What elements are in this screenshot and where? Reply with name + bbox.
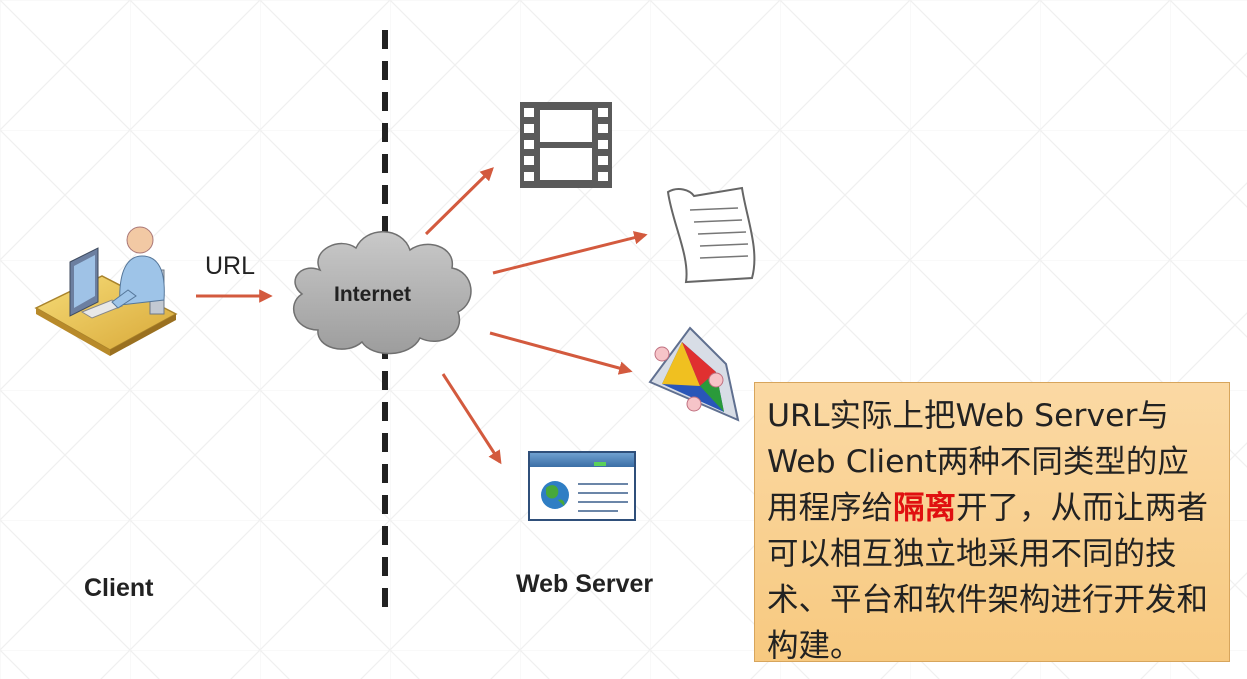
url-label: URL bbox=[205, 252, 256, 280]
internet-label: Internet bbox=[334, 283, 412, 306]
client-label: Client bbox=[84, 574, 154, 602]
arrow-to-film bbox=[424, 167, 494, 236]
application-icon bbox=[648, 326, 740, 422]
arrow-to-application bbox=[489, 331, 633, 375]
arrow-to-document bbox=[492, 231, 648, 275]
webpage-icon bbox=[528, 451, 636, 521]
document-icon bbox=[666, 186, 756, 284]
web-server-label: Web Server bbox=[516, 570, 654, 598]
explanation-note: URL实际上把Web Server与Web Client两种不同类型的应用程序给… bbox=[754, 382, 1230, 664]
note-highlight: 隔离 bbox=[893, 490, 957, 526]
user-computer-icon bbox=[34, 226, 178, 356]
film-icon bbox=[520, 102, 612, 188]
arrow-to-webpage bbox=[441, 373, 502, 465]
